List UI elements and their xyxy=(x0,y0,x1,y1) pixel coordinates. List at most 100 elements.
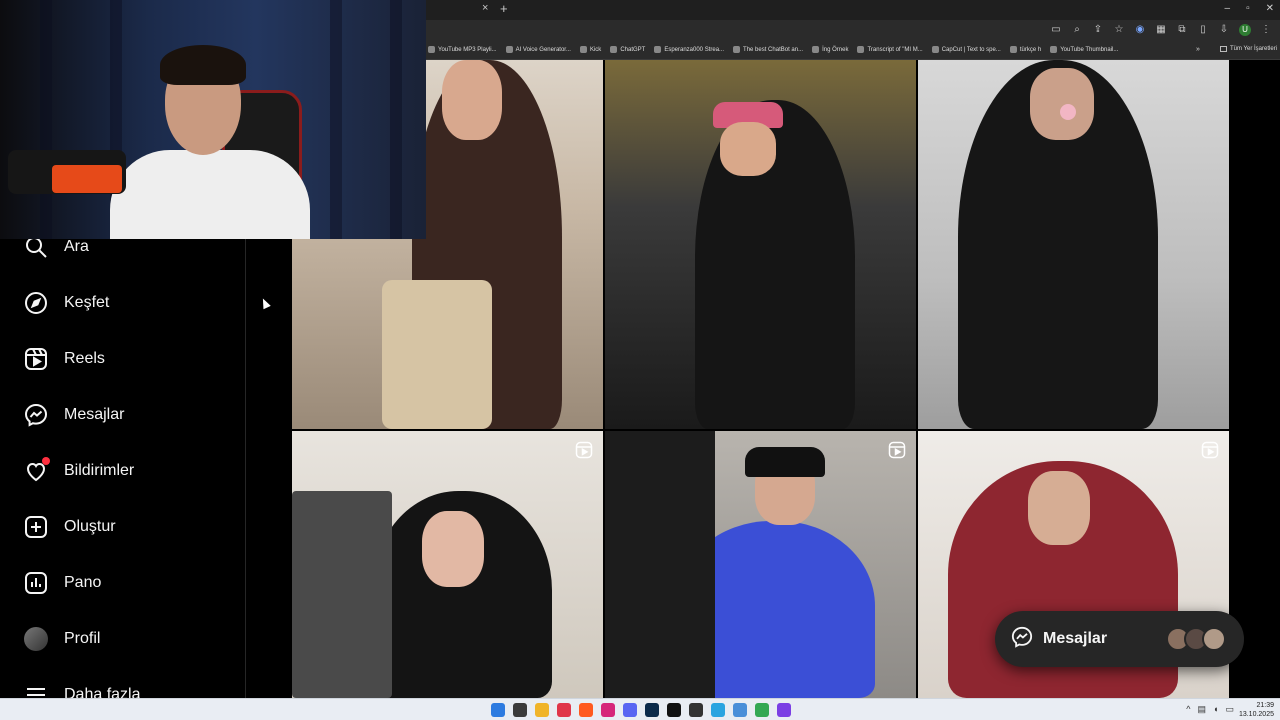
plus-square-icon xyxy=(22,513,50,541)
share-icon[interactable]: ⇪ xyxy=(1092,24,1104,36)
app-icon[interactable] xyxy=(557,703,571,717)
app-icon[interactable] xyxy=(711,703,725,717)
instagram-icon[interactable] xyxy=(601,703,615,717)
bookmark-favicon-icon xyxy=(610,46,618,53)
audio-icon[interactable]: ◉ xyxy=(1134,24,1146,36)
tiktok-icon[interactable] xyxy=(667,703,681,717)
webcam-overlay xyxy=(0,0,426,239)
screen: × + – ▫ ✕ ▭ ⌕ ⇪ ☆ ◉ ▦ ⧉ ▯ ⇩ U ⋮ YouTube … xyxy=(0,0,1280,720)
photoshop-icon[interactable] xyxy=(645,703,659,717)
bookmark-item[interactable]: Esperanza000 Strea... xyxy=(654,46,724,53)
taskbar-clock[interactable]: 21:39 13.10.2025 xyxy=(1239,701,1274,719)
system-tray: ^ ▤ ◖ ▭ xyxy=(1186,704,1234,715)
bookmark-favicon-icon xyxy=(579,46,587,53)
bookmark-item[interactable]: ChatGPT xyxy=(610,46,645,53)
recent-contacts xyxy=(1166,627,1226,651)
close-window-button[interactable]: ✕ xyxy=(1266,3,1274,14)
streamer-hair xyxy=(160,45,246,85)
tab-close-icon[interactable]: × xyxy=(482,2,488,14)
bookmark-label: Transcript of "MI M... xyxy=(867,46,923,53)
sidebar-item-dashboard[interactable]: Pano xyxy=(22,565,101,601)
bookmark-favicon-icon xyxy=(733,46,741,53)
sidebar-item-label: Mesajlar xyxy=(64,406,125,423)
sidebar-item-messages[interactable]: Mesajlar xyxy=(22,397,124,433)
reel-indicator-icon xyxy=(1201,441,1219,459)
bookmark-label: türkçe h xyxy=(1019,46,1042,53)
all-bookmarks-button[interactable]: Tüm Yer İşaretleri xyxy=(1220,46,1277,52)
bookmark-label: CapCut | Text to spe... xyxy=(941,46,1001,53)
bookmark-label: Esperanza000 Strea... xyxy=(664,46,725,53)
bookmark-label: YouTube Thumbnail... xyxy=(1060,46,1119,53)
compass-icon xyxy=(22,289,50,317)
volume-icon[interactable]: ◖ xyxy=(1213,704,1218,715)
grid-post[interactable] xyxy=(918,60,1229,429)
sidebar-item-notifications[interactable]: Bildirimler xyxy=(22,453,134,489)
opera-icon[interactable] xyxy=(579,703,593,717)
bookmark-item[interactable]: türkçe h xyxy=(1009,46,1042,53)
bookmark-favicon-icon xyxy=(505,46,513,53)
profile-avatar xyxy=(22,625,50,653)
bookmark-label: The best ChatBot an... xyxy=(743,46,804,53)
grid-post[interactable] xyxy=(605,60,916,429)
grid-post[interactable] xyxy=(605,431,916,698)
browser-menu-icon[interactable]: ⋮ xyxy=(1260,24,1272,36)
page-margin xyxy=(1229,60,1280,698)
zoom-icon[interactable]: ⌕ xyxy=(1071,24,1083,36)
chevron-up-icon[interactable]: ^ xyxy=(1186,704,1190,715)
cast-icon[interactable]: ▭ xyxy=(1050,24,1062,36)
messages-popup-label: Mesajlar xyxy=(1043,630,1108,647)
battery-icon[interactable]: ▭ xyxy=(1225,704,1234,715)
sidebar-item-label: Profil xyxy=(64,630,101,647)
bookmark-star-icon[interactable]: ☆ xyxy=(1113,24,1125,36)
network-icon[interactable]: ▤ xyxy=(1198,704,1207,715)
bookmark-favicon-icon xyxy=(931,46,939,53)
sidebar-item-label: Ara xyxy=(64,238,89,255)
bookmark-favicon-icon xyxy=(1050,46,1058,53)
bookmark-item[interactable]: YouTube MP3 Playli... xyxy=(428,46,497,53)
sidebar-toggle-icon[interactable]: ▯ xyxy=(1197,24,1209,36)
microphone-grill xyxy=(52,165,122,193)
sidebar-item-create[interactable]: Oluştur xyxy=(22,509,116,545)
bookmark-label: İng Örnek xyxy=(822,46,849,53)
messages-popup-button[interactable]: Mesajlar xyxy=(995,611,1244,667)
streamer-body xyxy=(110,150,310,239)
bookmark-item[interactable]: AI Voice Generator... xyxy=(505,46,571,53)
chart-icon xyxy=(22,569,50,597)
bookmark-item[interactable]: Transcript of "MI M... xyxy=(857,46,923,53)
grid-post[interactable] xyxy=(292,431,603,698)
file-explorer-icon[interactable] xyxy=(535,703,549,717)
bookmark-item[interactable]: İng Örnek xyxy=(812,46,848,53)
sidebar-item-explore[interactable]: Keşfet xyxy=(22,285,109,321)
notification-dot xyxy=(42,457,50,465)
discord-icon[interactable] xyxy=(623,703,637,717)
bookmark-item[interactable]: Kick xyxy=(579,46,602,53)
extension-icon[interactable]: ▦ xyxy=(1155,24,1167,36)
browser-profile-avatar[interactable]: U xyxy=(1239,24,1251,36)
sidebar-item-label: Oluştur xyxy=(64,518,116,535)
downloads-icon[interactable]: ⇩ xyxy=(1218,24,1230,36)
bookmark-item[interactable]: The best ChatBot an... xyxy=(733,46,803,53)
chrome-icon[interactable] xyxy=(755,703,769,717)
contact-avatar xyxy=(1202,627,1226,651)
reels-icon xyxy=(22,345,50,373)
clock-date: 13.10.2025 xyxy=(1238,711,1274,718)
sidebar-item-profile[interactable]: Profil xyxy=(22,621,100,657)
window-controls: – ▫ ✕ xyxy=(1225,3,1275,14)
reel-indicator-icon xyxy=(888,441,906,459)
capcut-icon[interactable] xyxy=(689,703,703,717)
obs-icon[interactable] xyxy=(777,703,791,717)
sidebar-item-reels[interactable]: Reels xyxy=(22,341,105,377)
maximize-button[interactable]: ▫ xyxy=(1246,3,1250,14)
minimize-button[interactable]: – xyxy=(1225,3,1231,14)
app-icon[interactable] xyxy=(733,703,747,717)
bookmarks-overflow-button[interactable]: » xyxy=(1196,46,1200,53)
bookmark-item[interactable]: CapCut | Text to spe... xyxy=(931,46,1001,53)
task-view-icon[interactable] xyxy=(513,703,527,717)
new-tab-button[interactable]: + xyxy=(500,1,508,16)
sidebar-item-label: Pano xyxy=(64,574,102,591)
bookmark-item[interactable]: YouTube Thumbnail... xyxy=(1050,46,1118,53)
extensions-puzzle-icon[interactable]: ⧉ xyxy=(1176,24,1188,36)
windows-start-icon[interactable] xyxy=(491,703,505,717)
bookmark-label: Kick xyxy=(589,46,602,53)
sidebar-item-label: Reels xyxy=(64,350,105,367)
